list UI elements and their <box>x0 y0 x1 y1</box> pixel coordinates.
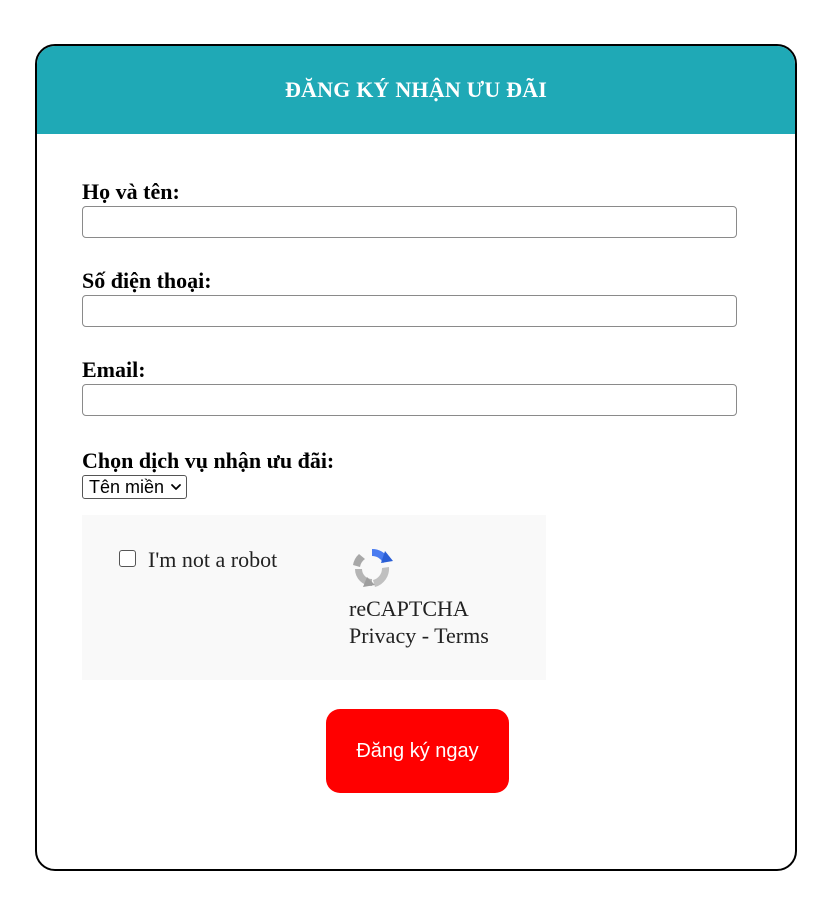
card-header: ĐĂNG KÝ NHẬN ƯU ĐÃI <box>37 46 795 134</box>
name-input[interactable] <box>82 206 737 238</box>
privacy-link[interactable]: Privacy <box>349 623 416 648</box>
service-select-value: Tên miền <box>89 476 165 497</box>
phone-input[interactable] <box>82 295 737 327</box>
recaptcha-widget: I'm not a robot reCAPTCHA Privacy - Term… <box>82 515 546 680</box>
email-field-group: Email: <box>82 358 737 416</box>
email-input[interactable] <box>82 384 737 416</box>
name-field-group: Họ và tên: <box>82 180 737 238</box>
service-select[interactable]: Tên miền <box>82 475 188 499</box>
phone-field-group: Số điện thoại: <box>82 269 737 327</box>
recaptcha-logo-icon <box>353 548 393 587</box>
page-title: ĐĂNG KÝ NHẬN ƯU ĐÃI <box>284 77 548 102</box>
submit-button[interactable]: Đăng ký ngay <box>326 709 509 793</box>
service-field-group: Chọn dịch vụ nhận ưu đãi: Tên miền <box>82 449 737 499</box>
service-label: Chọn dịch vụ nhận ưu đãi: <box>82 448 335 473</box>
recaptcha-brand: reCAPTCHA <box>349 596 469 621</box>
links-separator: - <box>416 623 435 648</box>
recaptcha-checkbox[interactable] <box>119 550 136 567</box>
chevron-down-icon <box>171 484 181 490</box>
email-label: Email: <box>82 357 146 382</box>
name-label: Họ và tên: <box>82 179 180 204</box>
phone-label: Số điện thoại: <box>82 268 212 293</box>
recaptcha-links: Privacy - Terms <box>349 622 489 650</box>
recaptcha-checkbox-label: I'm not a robot <box>148 547 278 572</box>
terms-link[interactable]: Terms <box>434 623 489 648</box>
